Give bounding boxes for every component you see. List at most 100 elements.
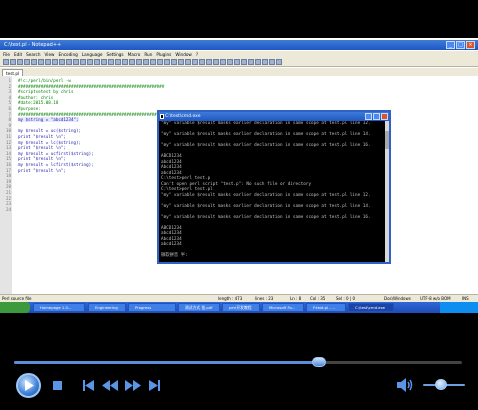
toolbar-button[interactable] — [31, 59, 37, 65]
volume-button[interactable] — [397, 378, 413, 392]
toolbar-button[interactable] — [24, 59, 30, 65]
console-line: "my" variable $result masks earlier decl… — [161, 192, 371, 198]
menu-item[interactable]: Encoding — [58, 51, 77, 58]
status-eol: Dos\Windows — [384, 296, 411, 301]
toolbar-button[interactable] — [157, 59, 163, 65]
cmd-window[interactable]: C:\test\cmd.exe "my" variable $result ma… — [157, 110, 391, 264]
cmd-close-button[interactable] — [381, 113, 388, 120]
console-line: "my" variable $result masks earlier decl… — [161, 143, 371, 148]
toolbar-button[interactable] — [101, 59, 107, 65]
line-number: 5 — [8, 100, 11, 106]
fast-forward-button[interactable] — [125, 379, 141, 391]
menu-item[interactable]: Window — [175, 51, 192, 58]
menu-item[interactable]: Plugins — [156, 51, 171, 58]
toolbar-button[interactable] — [108, 59, 114, 65]
toolbar-button[interactable] — [73, 59, 79, 65]
toolbar-button[interactable] — [52, 59, 58, 65]
volume-thumb[interactable] — [434, 379, 447, 390]
toolbar-button[interactable] — [17, 59, 23, 65]
seek-thumb[interactable] — [311, 357, 326, 367]
menu-item[interactable]: Run — [144, 51, 152, 58]
toolbar-button[interactable] — [269, 59, 275, 65]
taskbar-button[interactable]: Homepage 1.0... — [33, 303, 85, 312]
menu-item[interactable]: View — [45, 51, 55, 58]
toolbar-button[interactable] — [115, 59, 121, 65]
toolbar-button[interactable] — [136, 59, 142, 65]
code-line: print "$result \n"; — [18, 134, 66, 139]
toolbar-button[interactable] — [129, 59, 135, 65]
status-sel: Sel : 0 | 0 — [336, 296, 355, 301]
minimize-button[interactable]: _ — [446, 41, 455, 49]
toolbar-button[interactable] — [66, 59, 72, 65]
toolbar-button[interactable] — [220, 59, 226, 65]
toolbar-button[interactable] — [143, 59, 149, 65]
code-line: my $result = lc($string); — [18, 139, 82, 145]
menu-item[interactable]: File — [3, 51, 10, 58]
menu-item[interactable]: ? — [196, 51, 198, 58]
line-number: 6 — [8, 106, 11, 111]
cmd-scroll-thumb[interactable] — [385, 131, 389, 149]
cmd-minimize-button[interactable] — [365, 113, 372, 120]
line-number: 10 — [5, 128, 11, 134]
close-button[interactable]: × — [466, 41, 475, 49]
toolbar-button[interactable] — [38, 59, 44, 65]
cmd-scrollbar[interactable] — [385, 121, 389, 262]
toolbar-button[interactable] — [45, 59, 51, 65]
editor-tabbar: test.pl — [0, 68, 478, 77]
menu-item[interactable]: Macro — [128, 51, 141, 58]
toolbar-button[interactable] — [10, 59, 16, 65]
next-button[interactable] — [148, 379, 160, 391]
console-icon — [160, 114, 164, 119]
toolbar-button[interactable] — [199, 59, 205, 65]
toolbar-button[interactable] — [122, 59, 128, 65]
taskbar-button[interactable]: F:test.pl - ... — [306, 303, 346, 312]
cmd-maximize-button[interactable] — [373, 113, 380, 120]
line-number: 15 — [5, 156, 11, 162]
toolbar-button[interactable] — [255, 59, 261, 65]
toolbar-button[interactable] — [87, 59, 93, 65]
menu-item[interactable]: Language — [82, 51, 103, 58]
line-number: 23 — [5, 201, 11, 207]
line-number: 19 — [5, 178, 11, 184]
toolbar-button[interactable] — [150, 59, 156, 65]
toolbar-button[interactable] — [164, 59, 170, 65]
toolbar-button[interactable] — [94, 59, 100, 65]
taskbar-button[interactable]: C:\test\cmd.exe — [348, 303, 394, 312]
taskbar-button[interactable]: Engineering — [88, 303, 126, 312]
toolbar-button[interactable] — [234, 59, 240, 65]
stop-button[interactable] — [52, 380, 62, 390]
taskbar-button[interactable]: perl开发教程 — [222, 303, 260, 312]
toolbar-button[interactable] — [80, 59, 86, 65]
toolbar-button[interactable] — [262, 59, 268, 65]
console-line: 微软拼音 半: — [161, 253, 188, 258]
maximize-button[interactable]: □ — [456, 41, 465, 49]
toolbar-button[interactable] — [3, 59, 9, 65]
editor-title: C:\test.pl - Notepad++ — [4, 42, 62, 48]
rewind-button[interactable] — [102, 379, 118, 391]
code-line: print "$result \n"; — [18, 156, 66, 162]
start-button[interactable] — [0, 302, 30, 313]
toolbar-button[interactable] — [241, 59, 247, 65]
editor-toolbar — [0, 58, 478, 67]
editor-window-buttons: _ □ × — [446, 41, 475, 49]
toolbar-button[interactable] — [248, 59, 254, 65]
play-button[interactable] — [16, 373, 41, 398]
status-ln: Ln : 8 — [290, 296, 302, 301]
toolbar-button[interactable] — [213, 59, 219, 65]
toolbar-button[interactable] — [227, 59, 233, 65]
seek-bar[interactable] — [14, 361, 462, 364]
taskbar-button[interactable]: 测试方式 批.pdf — [178, 303, 220, 312]
menu-item[interactable]: Settings — [106, 51, 123, 58]
toolbar-button[interactable] — [206, 59, 212, 65]
taskbar-button[interactable]: Microsoft Fo... — [262, 303, 304, 312]
toolbar-button[interactable] — [276, 59, 282, 65]
toolbar-button[interactable] — [59, 59, 65, 65]
toolbar-button[interactable] — [171, 59, 177, 65]
toolbar-button[interactable] — [178, 59, 184, 65]
menu-item[interactable]: Search — [26, 51, 40, 58]
toolbar-button[interactable] — [192, 59, 198, 65]
taskbar-button[interactable]: Progress — [128, 303, 176, 312]
menu-item[interactable]: Edit — [14, 51, 22, 58]
toolbar-button[interactable] — [185, 59, 191, 65]
previous-button[interactable] — [82, 379, 94, 391]
